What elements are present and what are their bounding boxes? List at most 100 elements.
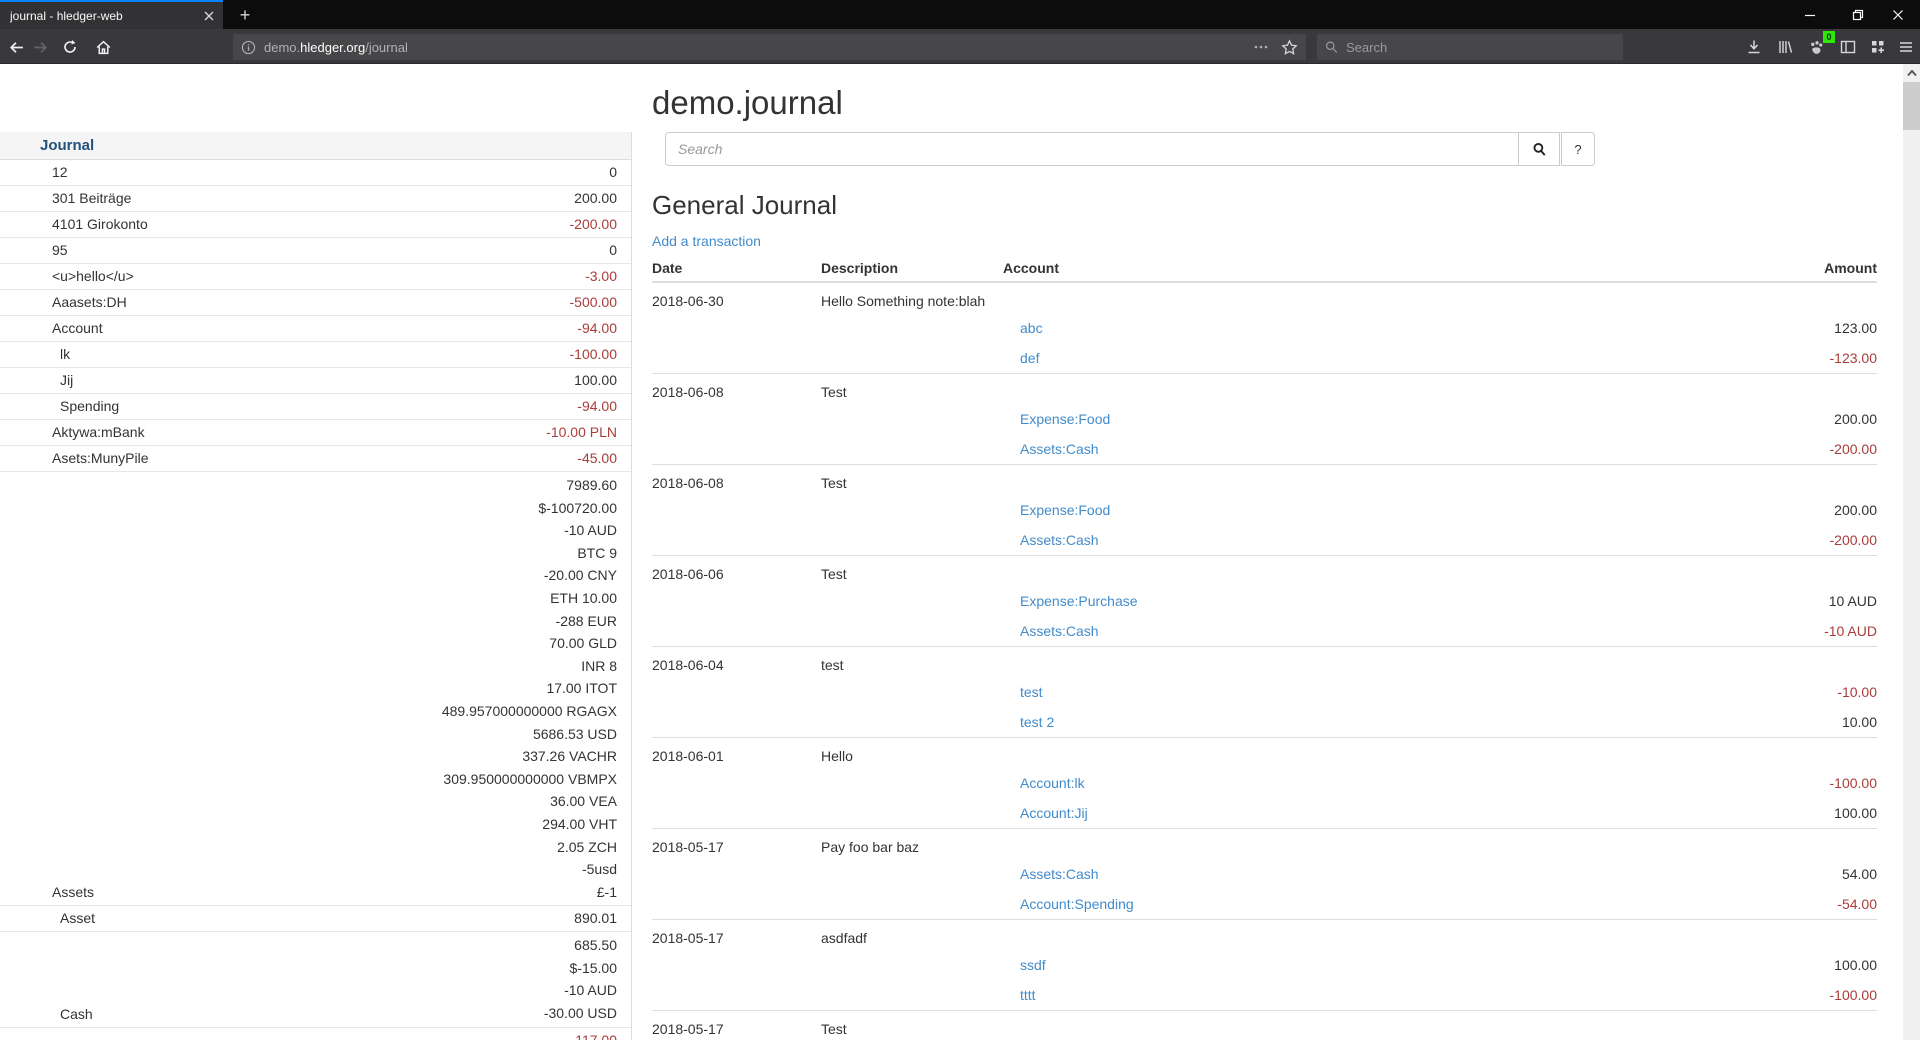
- reload-button[interactable]: [57, 34, 83, 60]
- transaction-description: Test: [821, 1021, 847, 1037]
- sidebar-toggle-button[interactable]: [1836, 35, 1860, 59]
- posting-account-link[interactable]: abc: [1020, 320, 1043, 336]
- bookmark-star-icon[interactable]: [1281, 39, 1298, 56]
- posting-account-link[interactable]: Assets:Cash: [1020, 532, 1099, 548]
- account-row: 12 0: [0, 160, 631, 186]
- transaction-description: Test: [821, 384, 847, 400]
- account-row: Cash 685.50$-15.00-10 AUD-30.00 USD: [0, 932, 631, 1027]
- account-name[interactable]: 95: [0, 240, 68, 261]
- search-button[interactable]: [1519, 132, 1560, 166]
- posting-amount: -10 AUD: [1824, 623, 1877, 639]
- posting-row: test -10.00: [652, 677, 1877, 707]
- posting-account-link[interactable]: ssdf: [1020, 957, 1046, 973]
- transaction-description: test: [821, 657, 844, 673]
- downloads-button[interactable]: [1742, 35, 1766, 59]
- apps-grid-button[interactable]: [1866, 35, 1890, 59]
- posting-account-link[interactable]: Expense:Food: [1020, 502, 1110, 518]
- transaction-row: 2018-06-08 Test Expense:Food 200.00 Asse…: [652, 374, 1877, 465]
- url-bar[interactable]: demo.hledger.org/journal: [233, 34, 1306, 60]
- browser-search-input[interactable]: [1346, 40, 1615, 55]
- browser-search-field[interactable]: [1317, 34, 1623, 60]
- browser-tab[interactable]: journal - hledger-web: [0, 0, 223, 29]
- page-title: demo.journal: [652, 84, 1877, 121]
- account-name[interactable]: lk: [0, 344, 70, 365]
- posting-row: Assets:Cash -200.00: [652, 525, 1877, 555]
- account-name[interactable]: Aaasets:DH: [0, 292, 127, 313]
- account-name[interactable]: Asset: [0, 908, 95, 929]
- posting-row: def -123.00: [652, 343, 1877, 373]
- page-scrollbar[interactable]: [1903, 64, 1920, 1040]
- account-name[interactable]: Jij: [0, 370, 73, 391]
- account-row: 301 Beiträge 200.00: [0, 186, 631, 212]
- transaction-row: 2018-05-17 Pay foo bar baz Assets:Cash 5…: [652, 829, 1877, 920]
- posting-amount: 100.00: [1834, 805, 1877, 821]
- home-button[interactable]: [90, 34, 116, 60]
- back-button[interactable]: [3, 34, 29, 60]
- transaction-date: 2018-06-06: [652, 566, 821, 582]
- account-balance: -117.00: [571, 1030, 617, 1040]
- account-name[interactable]: Cash: [0, 1004, 93, 1025]
- minimize-button[interactable]: [1788, 0, 1832, 29]
- account-balance: 685.50$-15.00-10 AUD-30.00 USD: [544, 934, 617, 1024]
- posting-amount: -100.00: [1830, 775, 1877, 791]
- posting-account-link[interactable]: Assets:Cash: [1020, 623, 1099, 639]
- posting-account-link[interactable]: tttt: [1020, 987, 1036, 1003]
- posting-account-link[interactable]: Expense:Purchase: [1020, 593, 1138, 609]
- add-transaction-link[interactable]: Add a transaction: [652, 233, 761, 249]
- account-name[interactable]: 12: [0, 162, 68, 183]
- account-name[interactable]: <u>hello</u>: [0, 266, 134, 287]
- help-button[interactable]: ?: [1561, 132, 1595, 166]
- posting-account-link[interactable]: Assets:Cash: [1020, 441, 1099, 457]
- transaction-list: 2018-06-30 Hello Something note:blah abc…: [652, 283, 1877, 1040]
- extension-button[interactable]: 0: [1804, 35, 1828, 59]
- account-name[interactable]: Account: [0, 318, 103, 339]
- forward-button[interactable]: [27, 34, 53, 60]
- window-close-button[interactable]: [1876, 0, 1920, 29]
- account-name[interactable]: Spending: [0, 396, 119, 417]
- transaction-row: 2018-06-04 test test -10.00 test 2 10.00: [652, 647, 1877, 738]
- posting-account-link[interactable]: Account:Jij: [1020, 805, 1088, 821]
- posting-amount: 200.00: [1834, 502, 1877, 518]
- posting-account-link[interactable]: Account:lk: [1020, 775, 1085, 791]
- posting-account-link[interactable]: test 2: [1020, 714, 1054, 730]
- posting-account-link[interactable]: Expense:Food: [1020, 411, 1110, 427]
- page-content: Journal 12 0 301 Beiträge 200.00 4101 Gi…: [0, 64, 1920, 1040]
- library-button[interactable]: [1773, 35, 1797, 59]
- account-name[interactable]: Aktywa:mBank: [0, 422, 145, 443]
- new-tab-button[interactable]: +: [232, 3, 258, 27]
- restore-button[interactable]: [1836, 0, 1880, 29]
- posting-amount: -200.00: [1830, 441, 1877, 457]
- site-info-icon[interactable]: [241, 40, 256, 55]
- scroll-up-icon[interactable]: [1903, 66, 1920, 80]
- posting-row: tttt -100.00: [652, 980, 1877, 1010]
- transaction-head: 2018-06-30 Hello Something note:blah: [652, 289, 1877, 313]
- posting-account-link[interactable]: Assets:Cash: [1020, 866, 1099, 882]
- minimize-icon: [1804, 9, 1816, 21]
- transaction-date: 2018-06-04: [652, 657, 821, 673]
- posting-account-link[interactable]: def: [1020, 350, 1039, 366]
- col-header-date: Date: [652, 260, 821, 276]
- transaction-date: 2018-06-01: [652, 748, 821, 764]
- posting-row: Account:lk -100.00: [652, 768, 1877, 798]
- page-actions-icon[interactable]: [1253, 39, 1269, 55]
- account-name[interactable]: Asets:MunyPile: [0, 448, 148, 469]
- account-name[interactable]: 301 Beiträge: [0, 188, 131, 209]
- account-row: 95 0: [0, 238, 631, 264]
- posting-account-link[interactable]: test: [1020, 684, 1043, 700]
- posting-amount: -200.00: [1830, 532, 1877, 548]
- account-name[interactable]: Assets: [0, 882, 94, 903]
- tab-close-icon[interactable]: [203, 10, 215, 22]
- posting-account-link[interactable]: Account:Spending: [1020, 896, 1134, 912]
- transaction-head: 2018-05-17 Pay foo bar baz: [652, 835, 1877, 859]
- transaction-row: 2018-06-08 Test Expense:Food 200.00 Asse…: [652, 465, 1877, 556]
- account-row: Aktywa:mBank -10.00 PLN: [0, 420, 631, 446]
- account-name[interactable]: 4101 Girokonto: [0, 214, 148, 235]
- posting-amount: -100.00: [1830, 987, 1877, 1003]
- reload-icon: [62, 39, 78, 55]
- journal-link[interactable]: Journal: [40, 137, 94, 154]
- account-balance: 100.00: [574, 370, 617, 391]
- menu-button[interactable]: [1894, 35, 1918, 59]
- search-input[interactable]: [665, 132, 1519, 166]
- scrollbar-thumb[interactable]: [1903, 82, 1920, 130]
- transaction-description: Hello Something note:blah: [821, 293, 985, 309]
